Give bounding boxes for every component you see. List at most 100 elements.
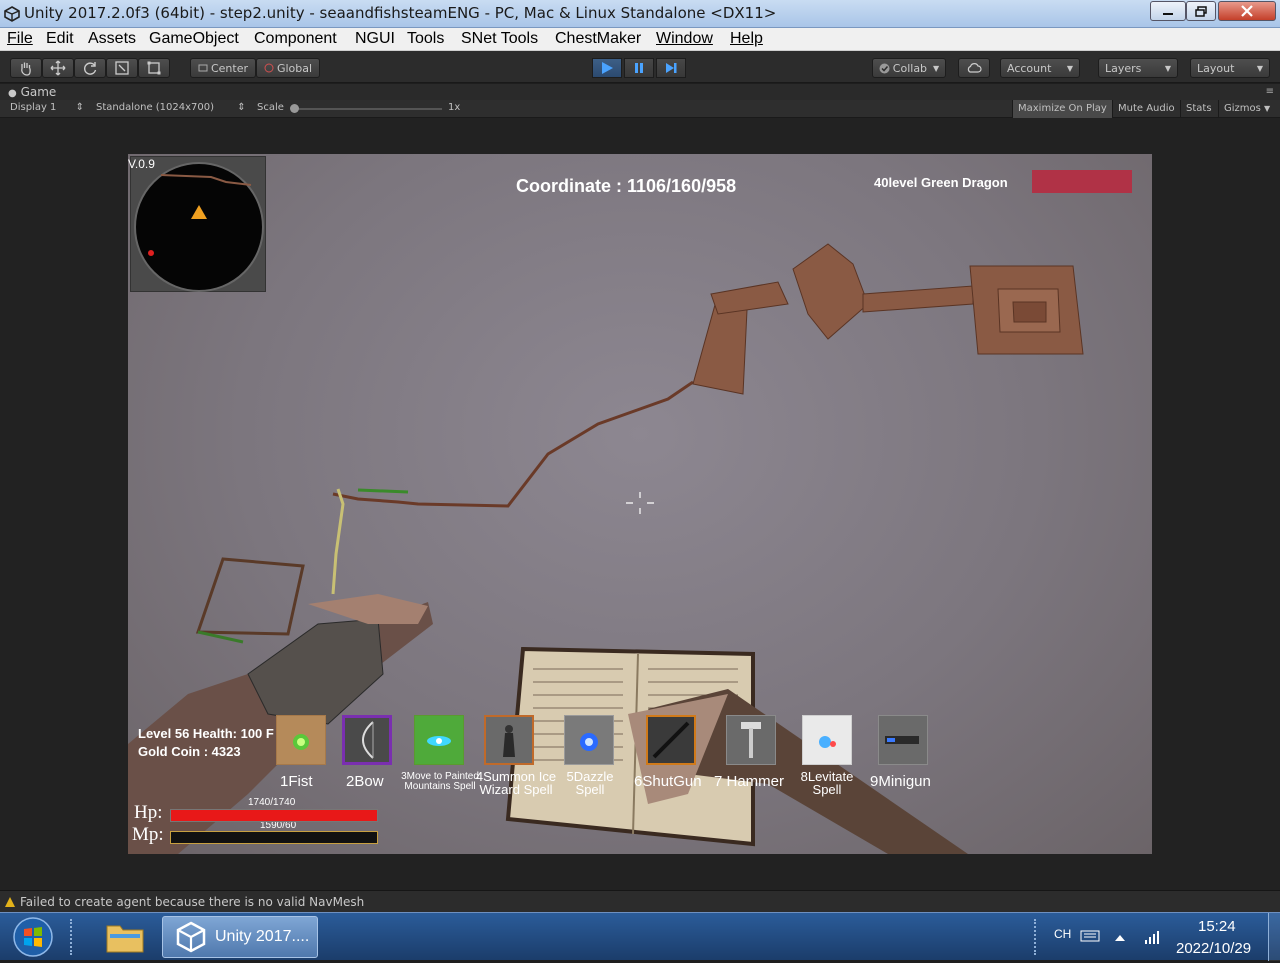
clock-time[interactable]: 15:24 xyxy=(1198,918,1236,935)
resolution-dropdown[interactable]: Standalone (1024x700) ⇕ xyxy=(96,102,246,113)
hp-bar xyxy=(170,809,378,822)
warning-icon xyxy=(5,897,15,907)
game-tab-bar: ● Game ≡ xyxy=(0,84,1280,100)
slot-move-spell[interactable] xyxy=(414,715,464,765)
keyboard-icon[interactable] xyxy=(1080,929,1100,943)
mp-label: Mp: xyxy=(132,824,164,845)
slot-levitate-spell[interactable] xyxy=(802,715,852,765)
account-dropdown[interactable]: Account ▼ xyxy=(1000,58,1080,78)
slot-summon-ice-wizard[interactable] xyxy=(484,715,534,765)
menu-snet-tools[interactable]: SNet Tools xyxy=(461,30,538,48)
pause-icon xyxy=(635,63,643,73)
magic-swirl-icon xyxy=(427,736,451,746)
hp-value: 1740/1740 xyxy=(248,797,296,808)
show-hidden-icons-icon[interactable] xyxy=(1114,933,1126,943)
hammer-icon xyxy=(741,722,761,758)
move-arrows-icon xyxy=(50,60,66,76)
slot-bow[interactable] xyxy=(342,715,392,765)
minimize-button[interactable] xyxy=(1150,1,1186,21)
show-desktop-button[interactable] xyxy=(1268,913,1280,961)
enemy-health-bar xyxy=(1032,170,1132,193)
play-button[interactable] xyxy=(592,58,622,78)
bow-icon xyxy=(362,721,374,759)
minigun-icon xyxy=(885,736,919,744)
scale-slider[interactable] xyxy=(290,104,442,113)
rotate-tool-button[interactable] xyxy=(74,58,106,78)
dropdown-arrow-icon: ▼ xyxy=(1264,104,1271,113)
version-label: V.0.9 xyxy=(128,157,155,171)
menu-edit[interactable]: Edit xyxy=(46,30,74,48)
space-global-button[interactable]: Global xyxy=(256,58,320,78)
step-button[interactable] xyxy=(656,58,686,78)
menu-assets[interactable]: Assets xyxy=(88,30,136,48)
shotgun-icon xyxy=(652,721,690,759)
slot-dazzle-spell[interactable] xyxy=(564,715,614,765)
hand-tool-button[interactable] xyxy=(10,58,42,78)
maximize-button[interactable] xyxy=(1186,1,1216,21)
scale-tool-button[interactable] xyxy=(106,58,138,78)
globe-icon xyxy=(264,63,274,73)
menu-ngui[interactable]: NGUI xyxy=(355,30,395,48)
scale-label: Scale xyxy=(257,102,284,113)
taskbar-grip xyxy=(70,919,76,955)
windows-logo-icon xyxy=(13,917,53,957)
start-button[interactable] xyxy=(6,915,60,959)
unity-logo-icon xyxy=(176,921,206,953)
menu-window[interactable]: Window xyxy=(656,30,713,48)
tab-game[interactable]: ● Game xyxy=(8,85,56,99)
menu-chestmaker[interactable]: ChestMaker xyxy=(555,30,641,48)
floating-path xyxy=(331,380,694,595)
pivot-center-button[interactable]: Center xyxy=(190,58,256,78)
slot-shotgun[interactable] xyxy=(646,715,696,765)
maximize-on-play-toggle[interactable]: Maximize On Play xyxy=(1012,100,1112,118)
gizmos-toggle[interactable]: Gizmos ▼ xyxy=(1218,100,1280,118)
slot-fist[interactable] xyxy=(276,715,326,765)
menu-tools[interactable]: Tools xyxy=(407,30,444,48)
summon-text: 4Summon Ice Wizard Spell xyxy=(475,769,557,797)
gold-coin-label: Gold Coin : 4323 xyxy=(138,744,241,759)
slot-minigun[interactable] xyxy=(878,715,928,765)
layout-label: Layout xyxy=(1197,61,1235,75)
close-button[interactable] xyxy=(1218,1,1276,21)
layout-dropdown[interactable]: Layout ▼ xyxy=(1190,58,1270,78)
menu-file[interactable]: File xyxy=(7,30,33,48)
slot-label-shotgun: 6ShutGun xyxy=(634,773,702,790)
tab-menu-icon[interactable]: ≡ xyxy=(1266,86,1274,97)
mp-bar xyxy=(170,831,378,844)
collab-button[interactable]: Collab ▼ xyxy=(872,58,946,78)
rect-tool-button[interactable] xyxy=(138,58,170,78)
game-tab-icon: ● xyxy=(8,88,17,99)
console-status-bar[interactable]: Failed to create agent because there is … xyxy=(0,890,1280,912)
network-signal-icon[interactable] xyxy=(1144,929,1162,945)
move-tool-button[interactable] xyxy=(42,58,74,78)
menu-component[interactable]: Component xyxy=(254,30,337,48)
explorer-task-button[interactable] xyxy=(98,916,152,958)
menu-gameobject[interactable]: GameObject xyxy=(149,30,239,48)
brick-structure xyxy=(692,243,1084,395)
resolution-label: Standalone (1024x700) xyxy=(96,102,215,113)
slot-label-hammer: 7 Hammer xyxy=(714,773,785,790)
clock-date[interactable]: 2022/10/29 xyxy=(1176,940,1251,957)
display-dropdown[interactable]: Display 1 ⇕ xyxy=(10,102,84,113)
dazzle-text: 5Dazzle Spell xyxy=(566,769,614,797)
crosshair xyxy=(626,492,654,514)
layers-dropdown[interactable]: Layers ▼ xyxy=(1098,58,1178,78)
game-viewport[interactable]: V.0.9 Coordinate : 1106/160/958 40level … xyxy=(128,154,1152,854)
input-language[interactable]: CH xyxy=(1054,927,1071,941)
menu-help[interactable]: Help xyxy=(730,30,763,48)
minimap[interactable] xyxy=(130,156,266,292)
slot-hammer[interactable] xyxy=(726,715,776,765)
fist-icon xyxy=(293,734,309,750)
cloud-button[interactable] xyxy=(958,58,990,78)
green-frame xyxy=(195,557,305,644)
mute-audio-toggle[interactable]: Mute Audio xyxy=(1112,100,1180,118)
unity-task-button[interactable]: Unity 2017.... xyxy=(162,916,318,958)
level-health-label: Level 56 Health: 100 F xyxy=(138,726,274,741)
dropdown-arrow-icon: ⇕ xyxy=(75,102,84,113)
stats-toggle[interactable]: Stats xyxy=(1180,100,1217,118)
hp-label: Hp: xyxy=(134,802,163,823)
pause-button[interactable] xyxy=(624,58,654,78)
dropdown-arrow-icon: ▼ xyxy=(1256,63,1263,73)
enemy-name: 40level Green Dragon xyxy=(874,175,1008,190)
scale-slider-thumb[interactable] xyxy=(290,104,299,113)
